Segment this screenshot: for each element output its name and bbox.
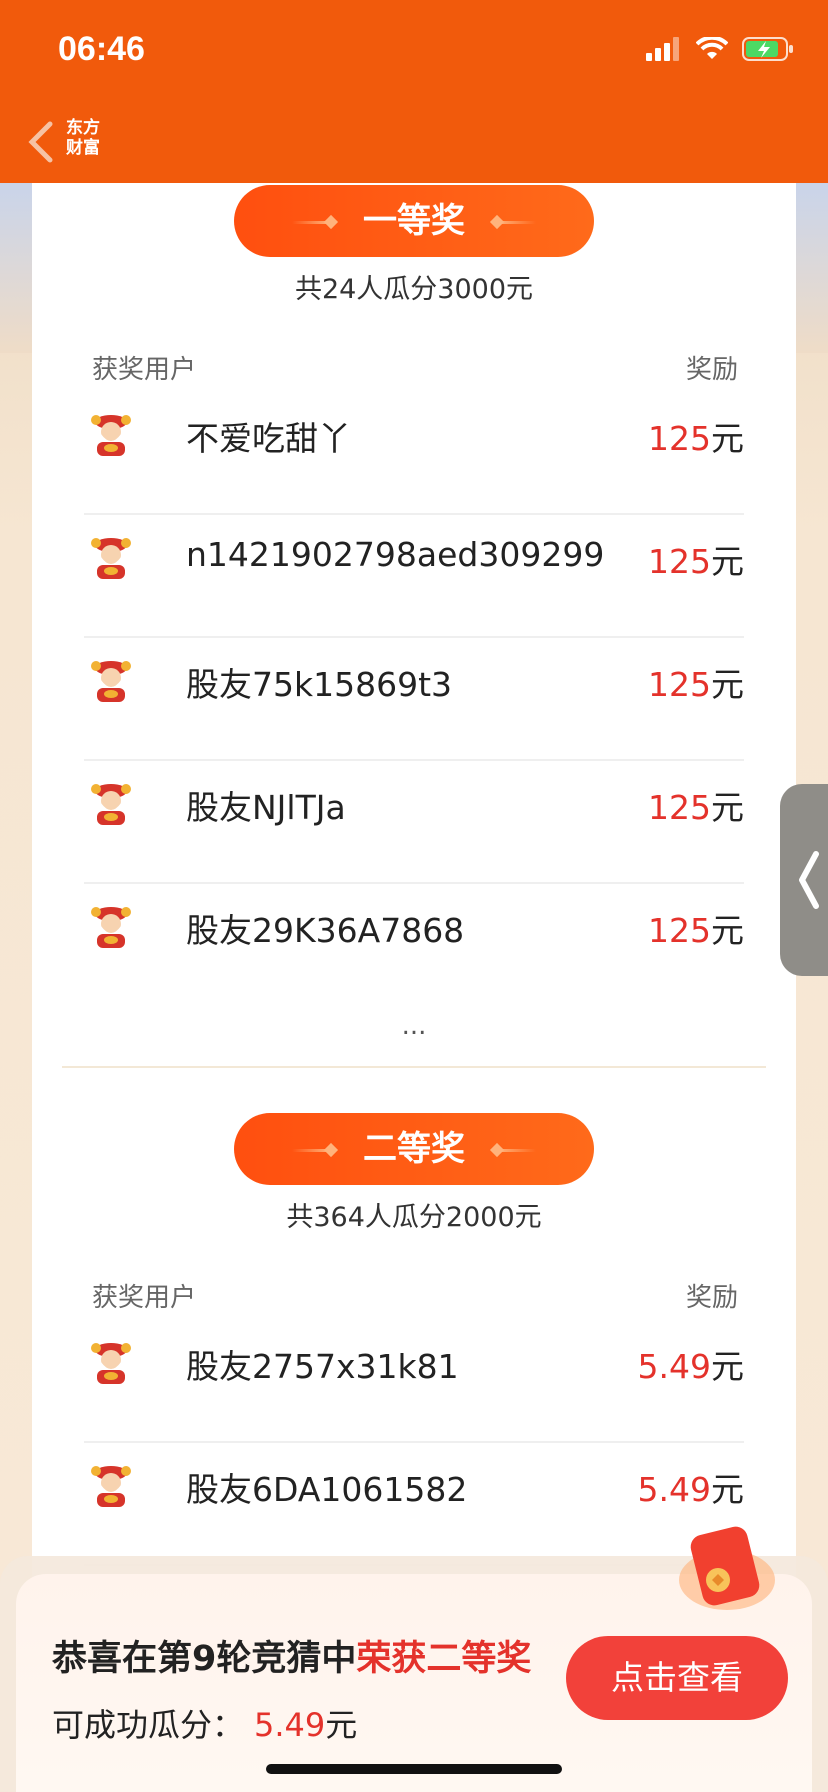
reward-amount: 5.49	[637, 1470, 711, 1509]
popup-reward-unit: 元	[325, 1706, 358, 1744]
winner-row: n1421902798aed309299 125元	[84, 515, 744, 638]
signal-icon	[646, 37, 679, 61]
top-bar: 06:46 东方 财富	[0, 0, 828, 183]
reward-unit: 元	[711, 911, 744, 950]
popup-message: 恭喜在第9轮竞猜中荣获二等奖	[52, 1630, 531, 1681]
winner-name: n1421902798aed309299	[186, 535, 605, 574]
winner-row: 股友29K36A7868 125元	[84, 884, 744, 1007]
winners-card: 一等奖 共24人瓜分3000元 获奖用户 奖励 不爱吃甜丫 125元 n1421…	[32, 183, 796, 1583]
back-chevron-icon[interactable]	[26, 120, 56, 164]
side-collapse-icon	[799, 851, 819, 909]
section-divider	[62, 1066, 766, 1068]
status-time: 06:46	[58, 30, 145, 68]
first-prize-badge: 一等奖	[234, 185, 594, 257]
winner-reward: 5.49元	[638, 1463, 744, 1511]
reward-amount: 125	[648, 911, 711, 950]
wifi-icon	[696, 37, 728, 59]
winner-row: 股友2757x31k81 5.49元	[84, 1320, 744, 1443]
winner-row: 股友75k15869t3 125元	[84, 638, 744, 761]
second-prize-subtitle: 共364人瓜分2000元	[286, 1202, 542, 1233]
col-header-user: 获奖用户	[92, 1283, 197, 1313]
winner-reward: 125元	[648, 412, 744, 460]
reward-unit: 元	[711, 665, 744, 704]
first-prize-subtitle: 共24人瓜分3000元	[294, 274, 534, 305]
popup-message-highlight: 荣获二等奖	[356, 1639, 532, 1679]
view-details-button[interactable]: 点击查看	[566, 1636, 788, 1720]
status-icons	[646, 36, 794, 62]
logo-text-line2: 财富	[66, 138, 100, 158]
avatar-icon	[91, 661, 131, 702]
avatar-icon	[91, 415, 131, 456]
winner-reward: 125元	[648, 781, 744, 829]
reward-unit: 元	[711, 542, 744, 581]
home-indicator[interactable]	[266, 1764, 562, 1774]
reward-amount: 5.49	[637, 1347, 711, 1386]
winner-row: 股友NJlTJa 125元	[84, 761, 744, 884]
winner-row: 股友6DA1061582 5.49元	[84, 1443, 744, 1566]
popup-reward-label: 可成功瓜分：	[52, 1706, 245, 1744]
battery-icon	[742, 37, 793, 61]
popup-reward-amount: 5.49	[254, 1706, 326, 1744]
first-prize-title: 一等奖	[363, 201, 465, 241]
winner-name: 股友75k15869t3	[186, 665, 453, 704]
reward-unit: 元	[711, 1470, 744, 1509]
second-prize-badge: 二等奖	[234, 1113, 594, 1185]
col-header-reward: 奖励	[685, 1283, 738, 1313]
winner-name: 股友29K36A7868	[186, 911, 465, 950]
side-float-tab[interactable]	[780, 784, 828, 976]
winner-name: 不爱吃甜丫	[186, 419, 351, 458]
reward-amount: 125	[648, 665, 711, 704]
reward-unit: 元	[711, 788, 744, 827]
popup-reward: 可成功瓜分： 5.49元	[52, 1700, 357, 1746]
col-header-reward: 奖励	[685, 355, 738, 385]
reward-amount: 125	[648, 419, 711, 458]
winner-row: 不爱吃甜丫 125元	[84, 392, 744, 515]
winner-reward: 5.49元	[638, 1340, 744, 1388]
winner-reward: 125元	[648, 658, 744, 706]
avatar-icon	[91, 784, 131, 825]
more-winners-ellipsis[interactable]: ...	[32, 1011, 796, 1041]
winner-name: 股友6DA1061582	[186, 1470, 468, 1509]
avatar-icon	[91, 538, 131, 579]
winner-reward: 125元	[648, 904, 744, 952]
reward-amount: 125	[648, 542, 711, 581]
winner-name: 股友NJlTJa	[186, 788, 346, 827]
winner-reward: 125元	[648, 535, 744, 583]
col-header-user: 获奖用户	[92, 355, 197, 385]
popup-message-prefix: 恭喜在第9轮竞猜中	[52, 1639, 357, 1679]
reward-unit: 元	[711, 419, 744, 458]
avatar-icon	[91, 1343, 131, 1384]
avatar-icon	[91, 907, 131, 948]
winner-name: 股友2757x31k81	[186, 1347, 459, 1386]
reward-amount: 125	[648, 788, 711, 827]
avatar-icon	[91, 1466, 131, 1507]
second-prize-title: 二等奖	[363, 1129, 465, 1169]
app-logo: 东方 财富	[66, 118, 110, 162]
red-packet-icon[interactable]	[672, 1520, 782, 1620]
reward-unit: 元	[711, 1347, 744, 1386]
logo-text-line1: 东方	[66, 118, 100, 138]
